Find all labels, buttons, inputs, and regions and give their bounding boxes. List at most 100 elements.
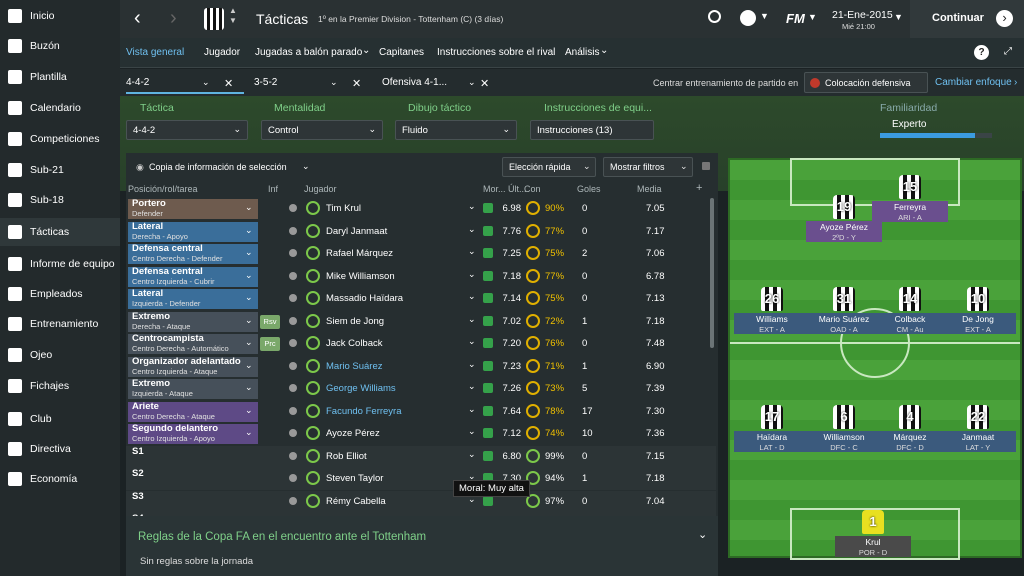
sidebar-item-5[interactable]: Sub-21	[0, 156, 120, 184]
table-row[interactable]: Portero Defender ⌄ Tim Krul ⌄ 6.98 90% 0 7.05	[126, 198, 716, 220]
quick-pick-button[interactable]: Elección rápida ⌄	[502, 157, 596, 177]
info-icon[interactable]	[289, 496, 297, 505]
date-chevron-icon[interactable]: ▼	[894, 12, 903, 22]
sidebar-item-4[interactable]: Competiciones	[0, 125, 120, 153]
info-icon[interactable]	[289, 429, 297, 437]
chevron-down-icon[interactable]: ▼	[760, 11, 769, 21]
tab-3[interactable]: Capitanes	[379, 47, 424, 58]
change-focus-link[interactable]: Cambiar enfoque	[935, 77, 1012, 88]
chevron-down-icon[interactable]: ⌄	[600, 45, 608, 56]
mentality-select[interactable]: Control ⌄	[261, 120, 383, 140]
show-filters-button[interactable]: Mostrar filtros ⌄	[603, 157, 693, 177]
info-icon[interactable]	[289, 406, 297, 415]
fa-cup-rules-title[interactable]: Reglas de la Copa FA en el encuentro ant…	[138, 531, 426, 543]
chevron-down-icon[interactable]: ⌄	[245, 225, 253, 236]
player-name[interactable]: Siem de Jong	[326, 316, 384, 327]
table-row[interactable]: Defensa central Centro Izquierda - Cubrir…	[126, 266, 716, 288]
tab-2[interactable]: Jugadas a balón parado	[255, 47, 362, 58]
tab-1[interactable]: Jugador	[204, 47, 240, 58]
continue-button[interactable]: Continuar ›	[910, 0, 1024, 38]
globe-icon[interactable]	[740, 10, 756, 26]
search-icon[interactable]	[708, 10, 721, 23]
chevron-down-icon[interactable]: ⌄	[468, 314, 476, 325]
fm-menu-chevron-icon[interactable]: ▼	[808, 12, 817, 22]
player-name[interactable]: Rob Elliot	[326, 451, 367, 462]
chevron-down-icon[interactable]: ⌄	[245, 427, 253, 438]
info-icon[interactable]	[289, 361, 297, 370]
player-name[interactable]: George Williams	[326, 383, 396, 394]
info-icon[interactable]	[289, 451, 297, 460]
chevron-down-icon[interactable]: ⌄	[468, 269, 476, 280]
lock-icon[interactable]	[702, 162, 710, 170]
info-icon[interactable]	[289, 339, 297, 347]
back-icon[interactable]: ‹	[134, 7, 141, 30]
pitch-player[interactable]: 26 Williams EXT - A	[734, 287, 810, 334]
player-name[interactable]: Jack Colback	[326, 338, 383, 349]
help-icon[interactable]: ?	[974, 45, 989, 60]
table-row[interactable]: Centrocampista Centro Derecha - Automátic…	[126, 333, 716, 355]
player-name[interactable]: Steven Taylor	[326, 473, 383, 484]
table-row[interactable]: Organizador adelantado Centro Izquierda -…	[126, 356, 716, 378]
sidebar-item-1[interactable]: Buzón	[0, 32, 120, 60]
change-focus-arrow-icon[interactable]: ›	[1014, 77, 1017, 88]
table-row[interactable]: S3 Rémy Cabella ⌄ 97% 0 7.04	[126, 490, 716, 513]
table-row[interactable]: Ariete Centro Derecha - Ataque ⌄ Facundo Fe…	[126, 401, 716, 423]
pitch-player[interactable]: 15 Ferreyra ARI - A	[872, 175, 948, 222]
close-icon[interactable]: ✕	[224, 77, 233, 90]
club-badge-icon[interactable]	[204, 8, 224, 30]
player-name[interactable]: Ayoze Pérez	[326, 428, 380, 439]
chevron-down-icon[interactable]: ⌄	[468, 381, 476, 392]
info-icon[interactable]	[289, 204, 297, 212]
row-position[interactable]: Defensa central Centro Izquierda - Cubrir	[128, 266, 258, 287]
sidebar-item-10[interactable]: Entrenamiento	[0, 310, 120, 338]
col-goals[interactable]: Goles	[577, 184, 601, 194]
sidebar-item-15[interactable]: Economía	[0, 465, 120, 493]
chevron-down-icon[interactable]: ⌄	[468, 291, 476, 302]
tab-5[interactable]: Análisis	[565, 47, 599, 58]
sidebar-item-14[interactable]: Directiva	[0, 435, 120, 463]
row-position[interactable]: Extremo Derecha - Ataque	[128, 311, 258, 332]
player-name[interactable]: Rémy Cabella	[326, 496, 386, 507]
chevron-down-icon[interactable]: ⌄	[468, 359, 476, 370]
col-morale[interactable]: Mor...	[483, 184, 506, 194]
pitch-player[interactable]: 22 Janmaat LAT - Y	[940, 405, 1016, 452]
forward-icon[interactable]: ›	[170, 7, 177, 30]
info-icon[interactable]	[289, 271, 297, 280]
chevron-down-icon[interactable]: ⌄	[468, 404, 476, 415]
table-row[interactable]: Lateral Izquierda - Defender ⌄ Massadio Haï…	[126, 288, 716, 310]
tactic-select[interactable]: 4-4-2 ⌄	[126, 120, 248, 140]
chevron-down-icon[interactable]: ⌄	[468, 246, 476, 257]
row-position[interactable]: Segundo delantero Centro Izquierda - Apoy…	[128, 424, 258, 444]
chevron-down-icon[interactable]: ⌄	[468, 449, 476, 460]
row-position[interactable]: Lateral Izquierda - Defender	[128, 289, 258, 309]
info-icon[interactable]	[289, 249, 297, 257]
chevron-down-icon[interactable]: ⌄	[468, 224, 476, 235]
sidebar-item-11[interactable]: Ojeo	[0, 341, 120, 369]
row-position[interactable]: S1	[128, 446, 258, 467]
pitch-player[interactable]: 31 Mario Suárez OAD - A	[806, 287, 882, 334]
chevron-down-icon[interactable]: ⌄	[245, 247, 253, 258]
chevron-down-icon[interactable]: ⌄	[245, 405, 253, 416]
pitch-player[interactable]: 6 Williamson DFC - C	[806, 405, 882, 452]
col-average[interactable]: Media	[637, 184, 662, 194]
row-position[interactable]: S2	[128, 469, 258, 489]
chevron-down-icon[interactable]: ⌄	[468, 201, 476, 212]
row-position[interactable]: Defensa central Centro Derecha - Defender	[128, 244, 258, 264]
col-condition[interactable]: Con	[524, 184, 541, 194]
familiarity-value[interactable]: Experto	[892, 119, 926, 130]
sidebar-item-2[interactable]: Plantilla	[0, 63, 120, 91]
col-player[interactable]: Jugador	[304, 184, 337, 194]
chevron-down-icon[interactable]: ⌄	[698, 528, 707, 541]
player-name[interactable]: Rafael Márquez	[326, 248, 393, 259]
chevron-down-icon[interactable]: ⌄	[245, 337, 253, 348]
chevron-down-icon[interactable]: ⌄	[245, 315, 253, 326]
info-icon[interactable]	[289, 316, 297, 325]
scrollbar[interactable]	[710, 198, 714, 348]
tab-0[interactable]: Vista general	[126, 47, 184, 58]
row-position[interactable]: Portero Defender	[128, 199, 258, 219]
chevron-down-icon[interactable]: ⌄	[468, 77, 476, 88]
chevron-down-icon[interactable]: ⌄	[362, 45, 370, 56]
sidebar-item-9[interactable]: Empleados	[0, 280, 120, 308]
pitch-player[interactable]: 1 Krul POR - D	[835, 510, 911, 557]
team-instructions-button[interactable]: Instrucciones (13)	[530, 120, 654, 140]
